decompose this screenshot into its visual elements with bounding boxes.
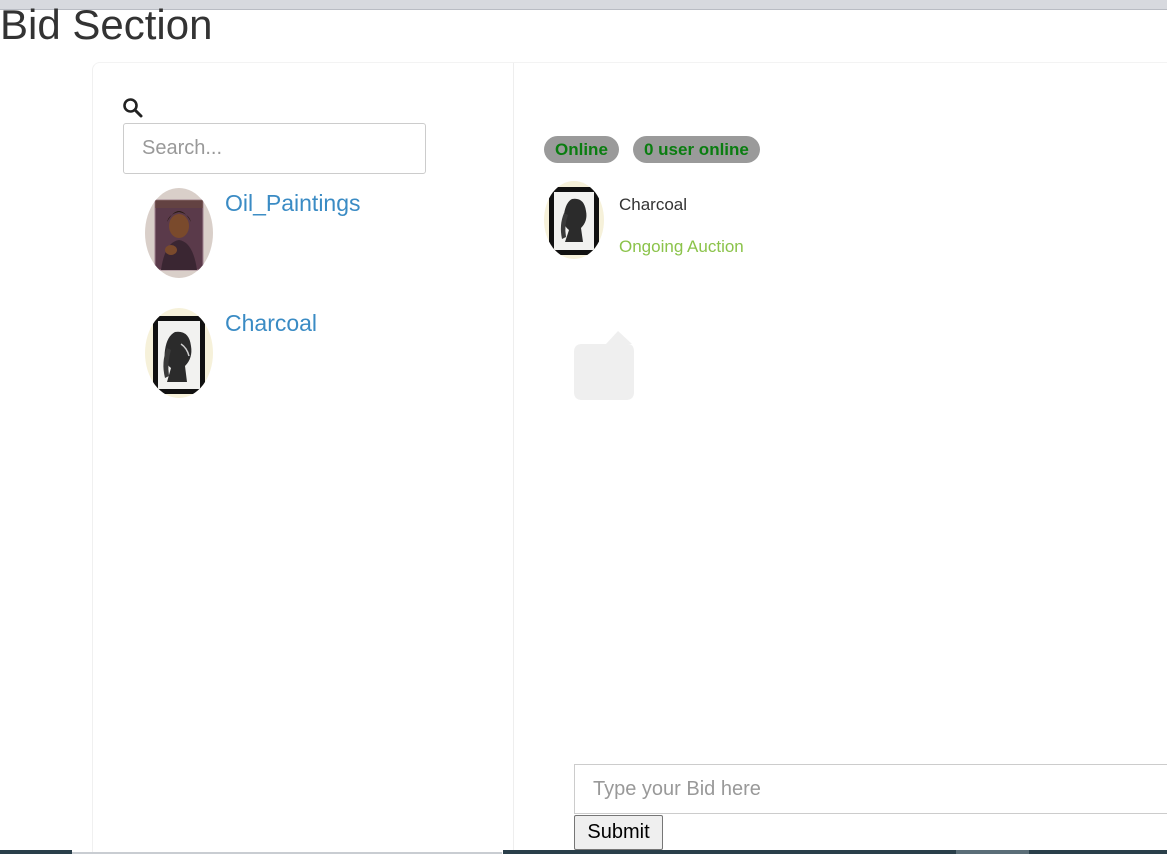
bid-input[interactable] (574, 764, 1167, 814)
online-status-badge: Online (544, 136, 619, 163)
active-auction-thumbnail (544, 181, 604, 259)
artwork-list-item-oil-paintings[interactable]: Oil_Paintings (145, 188, 445, 280)
auction-panel (514, 62, 1167, 854)
taskbar-segment (503, 850, 956, 854)
search-input[interactable] (123, 123, 426, 174)
artwork-list-item-charcoal[interactable]: Charcoal (145, 308, 445, 400)
taskbar-segment (0, 850, 72, 854)
oil-painting-thumbnail (145, 188, 213, 278)
search-icon[interactable] (122, 97, 144, 119)
submit-bid-button[interactable]: Submit (574, 815, 663, 850)
active-auction-status: Ongoing Auction (619, 237, 744, 256)
active-auction-title: Charcoal (619, 195, 688, 214)
artwork-name[interactable]: Oil_Paintings (225, 190, 361, 217)
users-online-badge: 0 user online (633, 136, 760, 163)
charcoal-thumbnail (145, 308, 213, 398)
taskbar-segment (956, 850, 1029, 854)
page-title: Bid Section (0, 1, 213, 48)
artwork-list-panel (92, 62, 514, 854)
taskbar-segment (1029, 850, 1167, 854)
artwork-name[interactable]: Charcoal (225, 310, 317, 337)
chat-bubble-icon (574, 330, 634, 400)
